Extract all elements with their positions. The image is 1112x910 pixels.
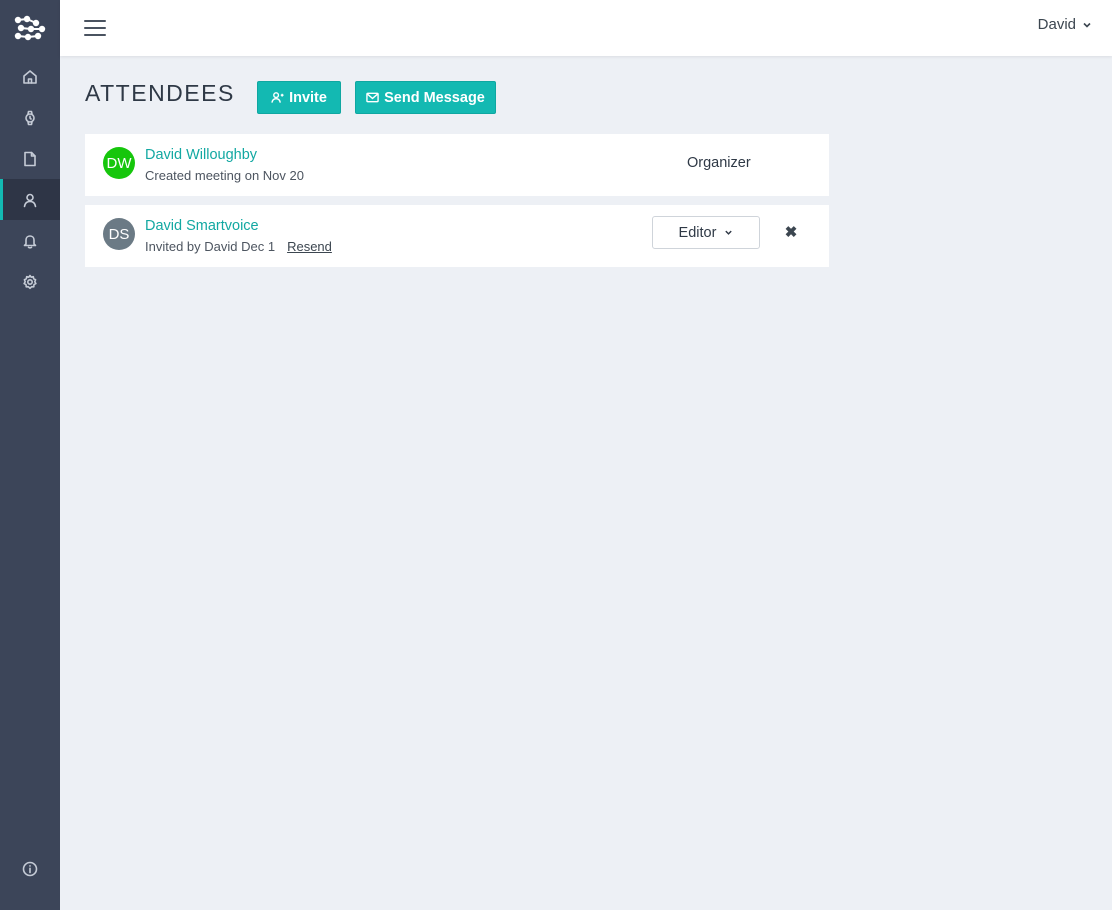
envelope-icon bbox=[366, 92, 379, 103]
attendee-subtitle-line: Invited by David Dec 1 Resend bbox=[145, 239, 332, 254]
page-title: ATTENDEES bbox=[85, 80, 235, 106]
add-user-icon bbox=[271, 92, 284, 103]
user-menu[interactable]: David bbox=[1038, 16, 1092, 33]
role-select-value: Editor bbox=[678, 224, 717, 241]
bell-icon bbox=[23, 234, 37, 249]
sidebar-item-home[interactable] bbox=[0, 56, 60, 97]
avatar: DS bbox=[103, 218, 135, 250]
info-icon bbox=[22, 861, 38, 876]
attendee-row: DW David Willoughby Created meeting on N… bbox=[85, 134, 829, 196]
attendee-role: Organizer bbox=[687, 155, 751, 171]
logo-icon bbox=[14, 15, 46, 41]
attendee-name[interactable]: David Willoughby bbox=[145, 147, 257, 163]
sidebar-item-watch[interactable] bbox=[0, 97, 60, 138]
gear-icon bbox=[23, 274, 37, 289]
send-message-label: Send Message bbox=[384, 89, 485, 106]
sidebar-item-info[interactable] bbox=[0, 848, 60, 889]
role-select[interactable]: Editor bbox=[652, 216, 760, 249]
user-icon bbox=[23, 193, 37, 207]
send-message-button[interactable]: Send Message bbox=[355, 81, 496, 114]
watch-icon bbox=[25, 110, 35, 125]
attendee-name[interactable]: David Smartvoice bbox=[145, 218, 259, 234]
attendee-subtitle: Invited by David Dec 1 bbox=[145, 239, 276, 254]
document-icon bbox=[24, 151, 36, 166]
sidebar-item-notifications[interactable] bbox=[0, 220, 60, 261]
invite-label: Invite bbox=[289, 89, 327, 106]
sidebar-item-settings[interactable] bbox=[0, 261, 60, 302]
invite-button[interactable]: Invite bbox=[257, 81, 341, 114]
chevron-down-icon bbox=[725, 230, 733, 235]
attendee-subtitle: Created meeting on Nov 20 bbox=[145, 168, 304, 183]
app-logo[interactable] bbox=[0, 0, 60, 56]
top-bar: David bbox=[60, 0, 1112, 56]
sidebar-item-attendees[interactable] bbox=[0, 179, 60, 220]
hamburger-menu-icon[interactable] bbox=[84, 20, 106, 42]
home-icon bbox=[23, 69, 37, 84]
attendee-row: DS David Smartvoice Invited by David Dec… bbox=[85, 205, 829, 267]
avatar: DW bbox=[103, 147, 135, 179]
sidebar bbox=[0, 0, 60, 910]
chevron-down-icon bbox=[1083, 22, 1091, 28]
remove-attendee-close-icon[interactable]: ✖ bbox=[784, 225, 798, 241]
user-name: David bbox=[1037, 16, 1076, 33]
resend-link[interactable]: Resend bbox=[287, 239, 332, 254]
sidebar-item-documents[interactable] bbox=[0, 138, 60, 179]
